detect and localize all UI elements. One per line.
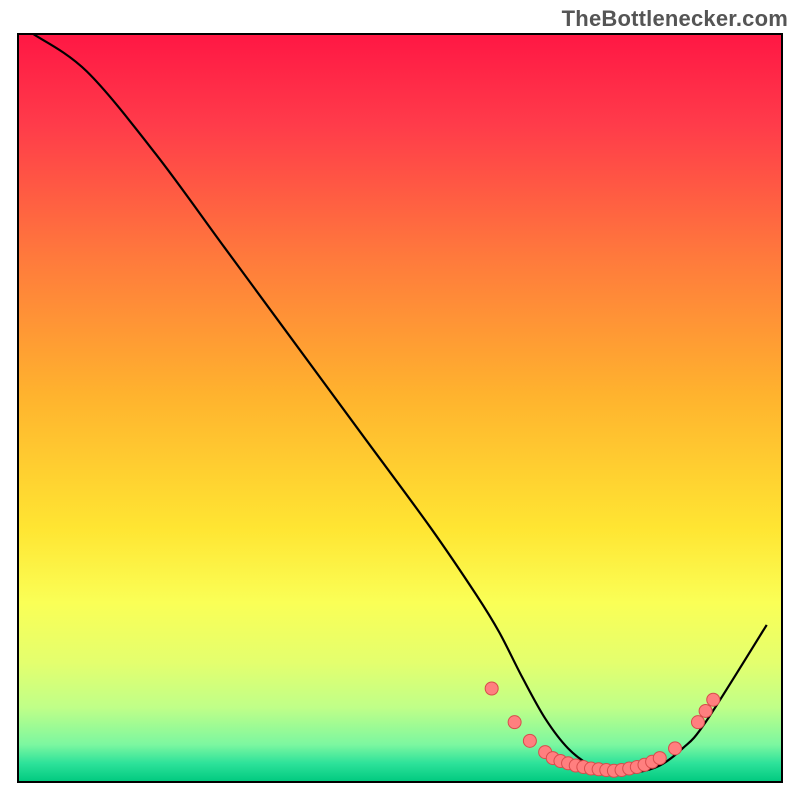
curve-marker [485, 682, 498, 695]
chart-svg [0, 0, 800, 800]
chart-container: TheBottlenecker.com [0, 0, 800, 800]
curve-marker [523, 734, 536, 747]
curve-marker [653, 752, 666, 765]
curve-marker [669, 742, 682, 755]
curve-marker [691, 716, 704, 729]
watermark-text: TheBottlenecker.com [562, 6, 788, 32]
curve-marker [699, 704, 712, 717]
gradient-background [18, 34, 782, 782]
curve-marker [707, 693, 720, 706]
curve-marker [508, 716, 521, 729]
